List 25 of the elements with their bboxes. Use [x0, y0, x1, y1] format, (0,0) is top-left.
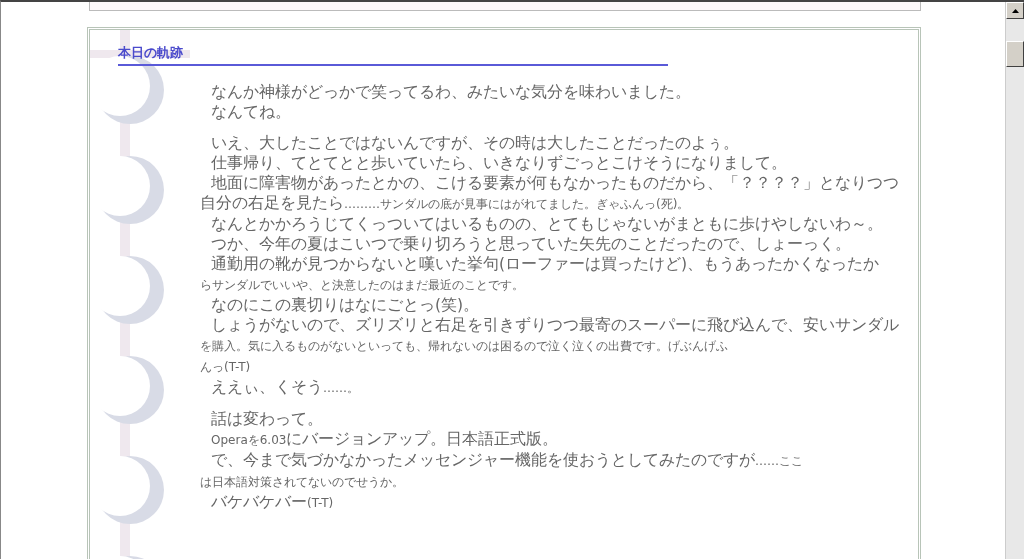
body-text: つか、今年の夏はこいつで乗り切ろうと思っていた矢先のことだったので、しょーっく。	[210, 234, 852, 254]
body-text: 通勤用の靴が見つからないと嘆いた挙句(ローファーは買ったけど)、もうあったかくなったか	[210, 254, 881, 274]
up-arrow-icon	[1011, 8, 1019, 13]
body-text: なんか神様がどっかで笑ってるわ、みたいな気分を味わいました。	[210, 82, 692, 102]
body-text: 話は変わって。	[210, 409, 324, 429]
body-text: いえ、大したことではないんですが、その時は大したことだったのよぅ。	[210, 133, 740, 153]
body-text: 自分の右足を見たら………サンダルの底が見事にはがれてました。ぎゃふんっ(死)。	[200, 193, 691, 214]
body-text: んっ(T-T)	[200, 359, 252, 376]
body-text: なのにこの裏切りはなにごとっ(笑)。	[210, 295, 481, 315]
body-text: 地面に障害物があったとかの、こける要素が何もなかったものだから、「？？？？」となりつつ	[210, 173, 900, 193]
body-text: なんてね。	[210, 102, 292, 122]
body-text: しょうがないので、ズリズリと右足を引きずりつつ最寄のスーパーに飛び込んで、安いサンダル	[210, 315, 900, 335]
body-text: は日本語対策されてないのでせうか。	[200, 474, 405, 491]
body-text: ええぃ、くそう……。	[210, 377, 360, 398]
body-text: Operaを6.03にバージョンアップ。日本語正式版。	[210, 429, 560, 450]
body-text: なんとかかろうじてくっついてはいるものの、とてもじゃないがまともに歩けやしないわ～。	[210, 214, 884, 234]
body-text: で、今まで気づかなかったメッセンジャー機能を使おうとしてみたのですが……ここ	[210, 450, 804, 471]
entry-title: 本日の軌跡	[118, 44, 668, 66]
body-text: 仕事帰り、てとてとと歩いていたら、いきなりずごっとこけそうになりまして。	[210, 153, 788, 173]
body-text: バケバケバー(T-T)	[210, 492, 335, 513]
body-text: らサンダルでいいや、と決意したのはまだ最近のことです。	[200, 277, 525, 294]
scroll-up-button[interactable]	[1006, 2, 1024, 19]
scrollbar[interactable]	[1005, 2, 1024, 559]
body-text: を購入。気に入るものがないといっても、帰れないのは困るので泣く泣くの出費です。げぶんげふ	[200, 338, 729, 355]
scroll-thumb[interactable]	[1006, 41, 1024, 67]
